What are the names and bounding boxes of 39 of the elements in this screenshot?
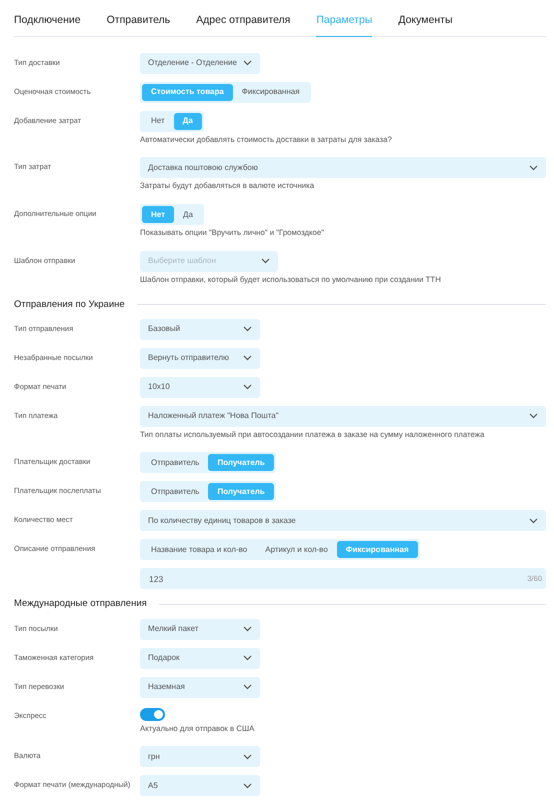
- toggle-switch[interactable]: [140, 708, 165, 721]
- dropdown[interactable]: Наложенный платеж "Нова Пошта": [140, 406, 546, 427]
- chevron-down-icon: [243, 655, 252, 662]
- dropdown[interactable]: грн: [140, 746, 260, 768]
- chevron-down-icon: [529, 413, 538, 420]
- option-button[interactable]: Нет: [142, 112, 174, 130]
- dropdown[interactable]: А5: [140, 775, 260, 796]
- dropdown[interactable]: По количеству единиц товаров в заказе: [140, 510, 546, 532]
- option-button[interactable]: Название товара и кол-во: [142, 541, 256, 558]
- chevron-down-icon: [529, 518, 538, 524]
- option-button[interactable]: Отправитель: [142, 483, 208, 500]
- section-title: Отправления по Украине: [14, 298, 125, 312]
- dropdown[interactable]: Отделение - Отделение: [140, 52, 260, 74]
- tab[interactable]: Документы: [398, 6, 452, 37]
- chevron-down-icon: [529, 164, 538, 171]
- tab[interactable]: Отправитель: [106, 6, 170, 37]
- chevron-down-icon: [243, 782, 252, 789]
- option-button[interactable]: Фиксированная: [232, 84, 309, 101]
- dropdown[interactable]: Мелкий пакет: [140, 618, 260, 640]
- chevron-down-icon: [243, 60, 252, 66]
- dropdown[interactable]: Подарок: [140, 648, 260, 669]
- tab[interactable]: Адрес отправителя: [196, 6, 290, 37]
- dropdown[interactable]: Доставка поштовою службою: [140, 157, 546, 178]
- option-button[interactable]: Да: [174, 206, 202, 224]
- chevron-down-icon: [261, 258, 270, 264]
- chevron-down-icon: [243, 384, 252, 390]
- chevron-down-icon: [243, 754, 252, 760]
- chevron-down-icon: [243, 684, 252, 690]
- tab[interactable]: Подключение: [14, 6, 81, 37]
- option-button[interactable]: Артикул и кол-во: [256, 541, 337, 558]
- chevron-down-icon: [243, 326, 252, 332]
- chevron-down-icon: [243, 355, 252, 362]
- dropdown[interactable]: 10x10: [140, 376, 260, 398]
- dropdown[interactable]: Базовый: [140, 318, 260, 340]
- dropdown[interactable]: Вернуть отправителю: [140, 348, 260, 369]
- dropdown[interactable]: Наземная: [140, 676, 260, 698]
- section-title: Международные отправления: [14, 597, 147, 612]
- option-button[interactable]: Отправитель: [142, 454, 208, 472]
- chevron-down-icon: [243, 626, 252, 632]
